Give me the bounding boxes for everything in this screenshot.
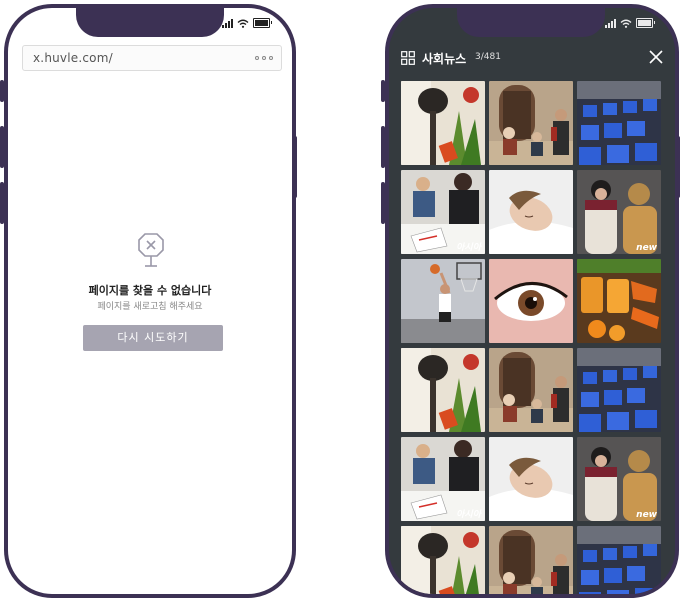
- notch: [457, 8, 605, 37]
- status-bar: [605, 18, 655, 28]
- browser-phone: x.huvle.com/ 페이지를 찾을 수 없습니다 페이지를 새로고침 해주…: [4, 4, 296, 598]
- photo-counter: 3/481: [475, 52, 501, 62]
- photo-thumbnail[interactable]: [577, 81, 661, 165]
- photo-thumbnail[interactable]: [401, 81, 485, 165]
- notch: [76, 8, 224, 37]
- photo-thumbnail[interactable]: new: [577, 170, 661, 254]
- status-bar: [222, 18, 272, 28]
- photo-caption: new: [636, 510, 658, 520]
- photo-thumbnail[interactable]: [489, 259, 573, 343]
- photo-thumbnail[interactable]: [489, 526, 573, 594]
- battery-icon: [253, 18, 272, 28]
- photo-thumbnail[interactable]: [401, 348, 485, 432]
- grid-icon[interactable]: [401, 51, 415, 65]
- battery-icon: [636, 18, 655, 28]
- photo-thumbnail[interactable]: [489, 81, 573, 165]
- photo-thumbnail[interactable]: [577, 526, 661, 594]
- error-title: 페이지를 찾을 수 없습니다: [88, 284, 212, 297]
- photo-thumbnail[interactable]: 아시아: [401, 170, 485, 254]
- photo-caption: 아시아: [456, 242, 483, 253]
- photo-thumbnail[interactable]: [401, 259, 485, 343]
- error-subtitle: 페이지를 새로고침 해주세요: [97, 302, 203, 312]
- close-icon[interactable]: [649, 50, 663, 64]
- wifi-icon: [237, 19, 249, 28]
- photo-thumbnail[interactable]: [489, 170, 573, 254]
- photo-thumbnail[interactable]: new: [577, 437, 661, 521]
- wifi-icon: [620, 19, 632, 28]
- signal-icon: [222, 19, 233, 28]
- photo-thumbnail[interactable]: [489, 437, 573, 521]
- more-dots-icon[interactable]: [255, 56, 273, 60]
- retry-button[interactable]: 다시 시도하기: [83, 325, 223, 351]
- photo-caption: 아시아: [456, 509, 483, 520]
- photo-thumbnail[interactable]: [489, 348, 573, 432]
- gallery-header: 사회뉴스 3/481: [389, 38, 675, 78]
- gallery-title: 사회뉴스: [422, 52, 467, 66]
- photo-thumbnail[interactable]: 아시아: [401, 437, 485, 521]
- photo-thumbnail[interactable]: [577, 348, 661, 432]
- photo-thumbnail[interactable]: [577, 259, 661, 343]
- gallery-phone: 사회뉴스 3/481 아시아 new 아시아 new: [385, 4, 679, 598]
- address-bar[interactable]: x.huvle.com/: [22, 45, 282, 71]
- url-text[interactable]: x.huvle.com/: [33, 51, 113, 65]
- signal-icon: [605, 19, 616, 28]
- broken-signpost-icon: [138, 233, 164, 267]
- photo-caption: new: [636, 243, 658, 253]
- photo-thumbnail[interactable]: [401, 526, 485, 594]
